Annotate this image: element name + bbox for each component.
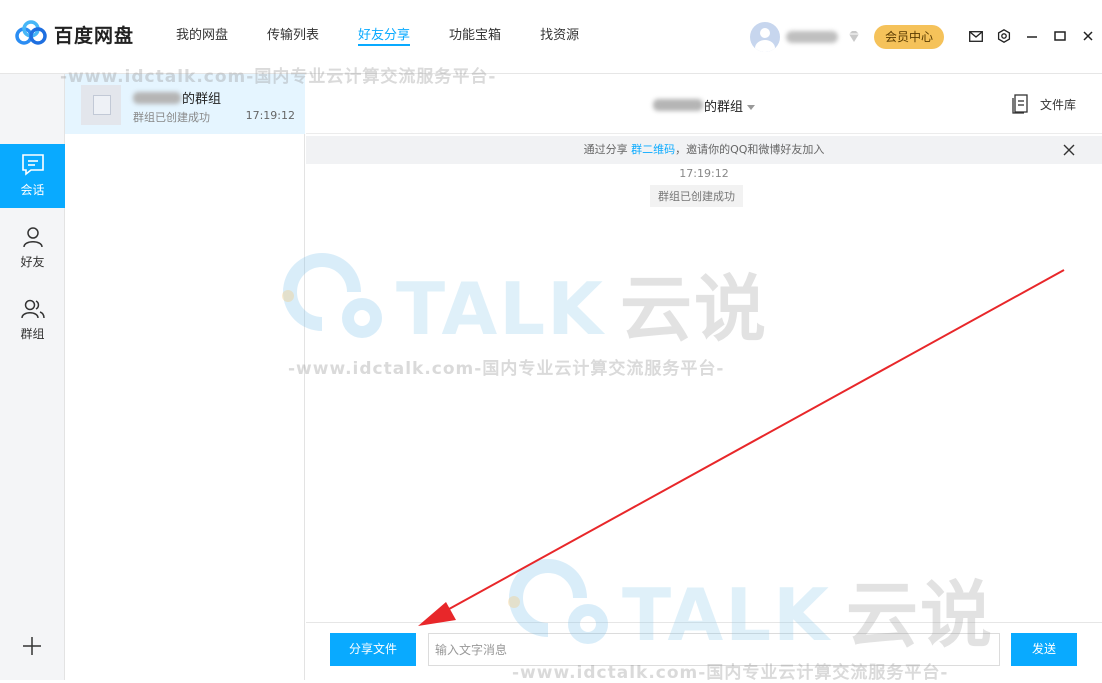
- conversation-list: 的群组 群组已创建成功 17:19:12: [65, 74, 305, 680]
- title-bar: 百度网盘 我的网盘 传输列表 好友分享 功能宝箱 找资源 会员中心: [0, 0, 1102, 74]
- tab-find-resources[interactable]: 找资源: [540, 0, 579, 74]
- sidebar-item-groups[interactable]: 群组: [0, 288, 65, 352]
- close-icon[interactable]: [1062, 143, 1076, 157]
- conversation-name-suffix: 的群组: [182, 92, 222, 107]
- group-icon: [20, 299, 45, 319]
- chat-icon: [21, 154, 44, 176]
- input-bar: 分享文件 发送: [306, 622, 1102, 680]
- mail-icon[interactable]: [964, 26, 988, 46]
- tab-friend-share[interactable]: 好友分享: [358, 0, 411, 74]
- file-library-icon: [1012, 94, 1028, 114]
- vip-diamond-icon: [849, 31, 859, 42]
- add-icon[interactable]: [20, 634, 44, 658]
- name-blurred: [133, 91, 181, 104]
- message-input[interactable]: [428, 633, 1000, 666]
- username-blurred: [786, 31, 838, 43]
- invite-notice-bar: 通过分享 群二维码，邀请你的QQ和微博好友加入: [306, 136, 1102, 164]
- notice-prefix: 通过分享: [583, 143, 632, 156]
- chat-header: 的群组 文件库: [306, 74, 1102, 134]
- minimize-icon[interactable]: [1020, 26, 1044, 46]
- sidebar-item-label: 会话: [20, 183, 45, 197]
- chat-panel: 的群组 文件库 通过分享 群二维码，邀请你的QQ和微博好友加入 17:19:12…: [306, 74, 1102, 680]
- conversation-name: 的群组: [133, 88, 221, 107]
- person-icon: [22, 227, 43, 248]
- tab-transfer-list[interactable]: 传输列表: [267, 0, 319, 74]
- chat-title-suffix: 的群组: [703, 100, 743, 115]
- member-center-button[interactable]: 会员中心: [874, 25, 944, 49]
- file-library-button[interactable]: 文件库: [1012, 94, 1076, 114]
- message-time: 17:19:12: [679, 167, 729, 180]
- list-item[interactable]: 的群组 群组已创建成功 17:19:12: [65, 74, 305, 134]
- chat-title[interactable]: 的群组: [306, 96, 1102, 115]
- settings-icon[interactable]: [992, 26, 1016, 46]
- left-sidebar: 会话 好友 群组: [0, 74, 65, 680]
- tab-my-disk[interactable]: 我的网盘: [176, 0, 228, 74]
- system-message: 群组已创建成功: [650, 185, 743, 207]
- user-box[interactable]: [750, 22, 862, 52]
- conversation-time: 17:19:12: [245, 109, 295, 122]
- app-logo: 百度网盘: [14, 20, 134, 48]
- send-button[interactable]: 发送: [1011, 633, 1077, 666]
- sidebar-item-friends[interactable]: 好友: [0, 216, 65, 280]
- group-avatar-icon: [81, 85, 121, 125]
- sidebar-item-label: 好友: [20, 255, 45, 269]
- group-qrcode-link[interactable]: 群二维码: [631, 143, 675, 156]
- maximize-icon[interactable]: [1048, 26, 1072, 46]
- notice-suffix: ，邀请你的QQ和微博好友加入: [675, 143, 825, 156]
- app-name: 百度网盘: [54, 24, 135, 47]
- name-blurred: [652, 99, 703, 111]
- avatar[interactable]: [750, 22, 780, 52]
- share-file-button[interactable]: 分享文件: [330, 633, 416, 666]
- tab-toolbox[interactable]: 功能宝箱: [449, 0, 501, 74]
- conversation-subtitle: 群组已创建成功: [133, 111, 210, 124]
- chevron-down-icon: [747, 105, 755, 110]
- window-controls: [964, 26, 1102, 46]
- sidebar-item-chat[interactable]: 会话: [0, 144, 65, 208]
- sidebar-item-label: 群组: [20, 327, 45, 341]
- file-library-label: 文件库: [1039, 97, 1076, 112]
- baidu-netdisk-logo-icon: [15, 20, 47, 45]
- close-icon[interactable]: [1076, 26, 1100, 46]
- top-nav: 我的网盘 传输列表 好友分享 功能宝箱 找资源: [176, 0, 618, 74]
